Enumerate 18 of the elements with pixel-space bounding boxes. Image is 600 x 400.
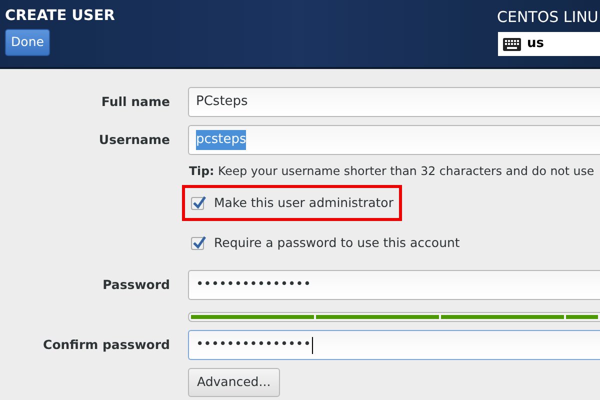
screen-title: CREATE USER — [5, 7, 115, 26]
confirm-password-field[interactable]: ••••••••••••••• — [188, 330, 600, 360]
checkbox[interactable] — [191, 237, 204, 250]
done-button[interactable]: Done — [5, 29, 50, 56]
tip-text: Tip: Keep your username shorter than 32 characters and do not use — [189, 163, 596, 180]
keyboard-layout-field[interactable]: us — [498, 32, 600, 56]
field-label: Confirm password — [42, 336, 170, 354]
text-field[interactable]: ••••••••••••••• — [188, 270, 600, 300]
field-label: Password — [102, 276, 170, 294]
checkbox-label: Require a password to use this account — [214, 234, 460, 252]
advanced-button[interactable]: Advanced... — [188, 368, 280, 398]
text-field[interactable]: PCsteps — [188, 87, 600, 117]
keyboard-icon — [503, 38, 521, 50]
product-name: CENTOS LINU — [497, 7, 598, 28]
field-label: Full name — [100, 92, 170, 111]
field-label: Username — [98, 130, 170, 149]
checkbox-label: Make this user administrator — [214, 194, 394, 212]
checkbox[interactable] — [191, 196, 204, 210]
